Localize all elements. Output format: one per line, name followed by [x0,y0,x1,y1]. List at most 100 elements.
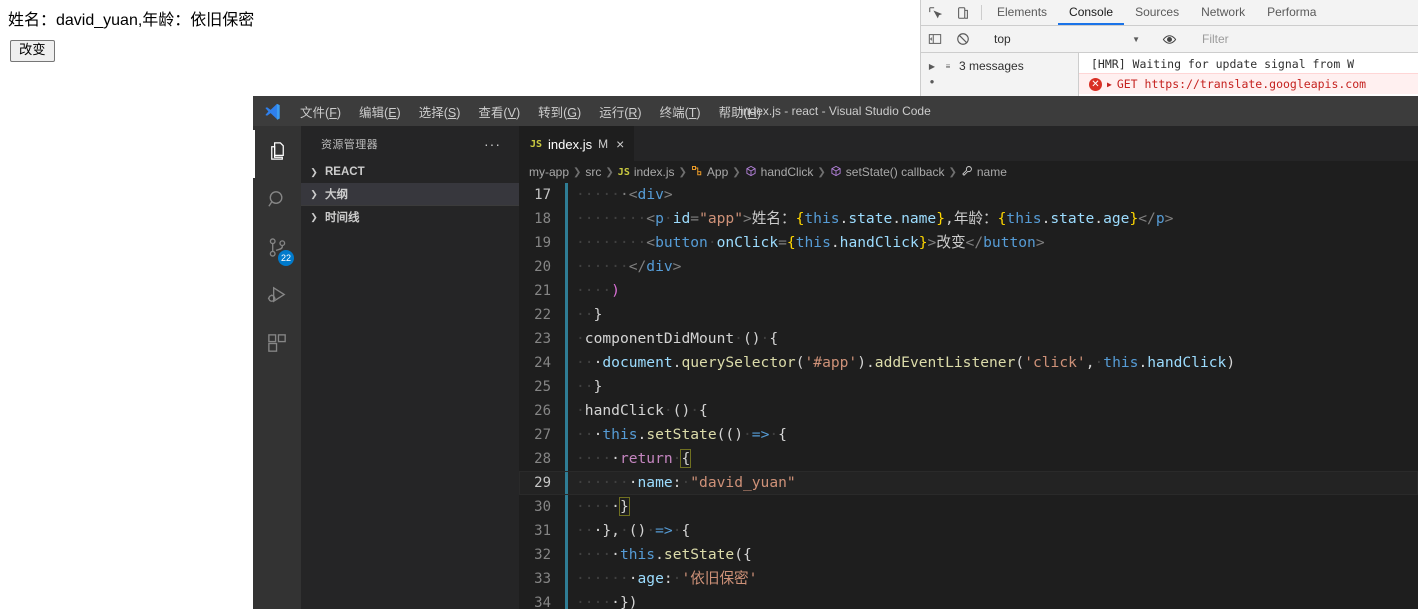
devtools-tabbar: Elements Console Sources Network Perform… [921,0,1418,26]
menu-run[interactable]: 运行(R) [590,99,650,124]
menu-file[interactable]: 文件(F) [291,99,350,124]
chevron-right-icon: ❯ [310,166,318,177]
tab-network[interactable]: Network [1190,0,1256,25]
sidebar-item-messages[interactable]: ▶ ≡ 3 messages [921,57,1078,75]
breadcrumb-item-my-app[interactable]: my-app [529,165,569,179]
context-selector[interactable]: top ▼ [986,32,1146,46]
code-line: 26 ·handClick·()·{ [519,399,1418,423]
code-line-text: ······<div> [576,186,673,203]
more-actions-icon[interactable]: ··· [484,137,501,151]
sidebar-item-partial[interactable]: ● [921,75,1078,88]
code-line-text: ·····this.setState({ [576,546,752,563]
code-line: 25 ··} [519,375,1418,399]
console-error-message[interactable]: ✕ ▶ GET https://translate.googleapis.com [1079,73,1418,94]
sidebar-section-timeline[interactable]: ❯ 时间线 [301,206,519,228]
menu-selection-label: 选择 [418,105,444,120]
device-toolbar-icon[interactable] [949,0,977,25]
line-number: 20 [534,259,551,275]
activity-extensions[interactable] [253,322,301,370]
explorer-title: 资源管理器 [321,138,378,151]
vscode-main: 22 资源管理器 ··· ❯ REACT ❯ 大纲 ❯ 时间线 JS index… [253,126,1418,609]
breadcrumb-item-src[interactable]: src [585,165,601,179]
menu-terminal[interactable]: 终端(T) [651,99,710,124]
tab-index-js-label: index.js [548,136,593,152]
code-line-text: ········<button·onClick={this.handClick}… [576,234,1045,251]
menu-help-label: 帮助 [718,105,744,120]
vscode-logo-icon [253,102,291,121]
vscode-titlebar: index.js - react - Visual Studio Code 文件… [253,96,1418,126]
line-number: 21 [534,283,551,299]
tab-performance[interactable]: Performa [1256,0,1327,25]
tab-elements[interactable]: Elements [986,0,1058,25]
code-line-text: ··} [576,306,603,323]
screen: 姓名：david_yuan,年龄：依旧保密 改变 Elements Consol… [0,0,1418,609]
activity-source-control[interactable]: 22 [253,226,301,274]
sidebar-section-react-label: REACT [325,166,365,178]
run-debug-icon [266,284,289,312]
chevron-right-icon: ❯ [573,166,582,178]
menu-go-label: 转到 [538,105,564,120]
code-line: 21 ····) [519,279,1418,303]
menu-edit[interactable]: 编辑(E) [350,99,410,124]
inspect-element-icon[interactable] [921,0,949,25]
devtools-panel: Elements Console Sources Network Perform… [920,0,1418,100]
menu-help[interactable]: 帮助(H) [710,99,770,124]
sidebar-section-react[interactable]: ❯ REACT [301,161,519,183]
menu-view[interactable]: 查看(V) [469,99,529,124]
activity-search[interactable] [253,178,301,226]
breadcrumb-item-handclick[interactable]: handClick [761,165,814,179]
menu-go-accel: G [567,105,578,120]
list-icon: ≡ [945,61,951,71]
menu-selection[interactable]: 选择(S) [410,99,470,124]
line-number: 34 [534,595,551,609]
chevron-right-icon: ❯ [310,188,318,199]
search-icon [266,188,289,216]
line-number: 23 [534,331,551,347]
line-number: 19 [534,235,551,251]
line-number: 33 [534,571,551,587]
console-messages: [HMR] Waiting for update signal from W ✕… [1079,53,1418,99]
menu-view-accel: V [507,105,516,120]
tab-sources[interactable]: Sources [1124,0,1190,25]
filter-input[interactable]: Filter [1192,32,1418,46]
js-file-icon: JS [617,166,630,178]
code-line: 31 ···},·()·=>·{ [519,519,1418,543]
breadcrumb-item-setstate-callback[interactable]: setState() callback [846,165,945,179]
menu-terminal-label: 终端 [659,105,685,120]
bullet-icon: ● [929,77,935,86]
menu-go[interactable]: 转到(G) [529,99,590,124]
breadcrumb-item-app[interactable]: App [707,165,728,179]
code-line-text: ·componentDidMount·()·{ [576,330,779,347]
console-toolbar: top ▼ Filter [921,26,1418,53]
change-button[interactable]: 改变 [10,40,55,62]
code-editor[interactable]: 17 ······<div> 18 ········<p·id="app">姓名… [519,183,1418,609]
code-line: 18 ········<p·id="app">姓名：{this.state.na… [519,207,1418,231]
breadcrumb: my-app ❯ src ❯ JS index.js ❯ App ❯ handC… [519,161,1418,183]
tab-index-js[interactable]: JS index.js M × [519,126,635,161]
code-line: 33 ·······age:·'依旧保密' [519,567,1418,591]
expand-triangle-icon[interactable]: ▶ [1107,80,1112,89]
editor-area: JS index.js M × my-app ❯ src ❯ JS index.… [519,126,1418,609]
toolbar-divider [981,5,982,20]
live-expression-icon[interactable] [1155,32,1183,47]
sidebar-section-outline[interactable]: ❯ 大纲 [301,183,519,205]
menu-selection-accel: S [447,105,457,120]
activity-explorer[interactable] [253,130,301,178]
code-line-text: ········<p·id="app">姓名：{this.state.name}… [576,210,1174,227]
breadcrumb-item-name[interactable]: name [977,165,1007,179]
page-result-text: 姓名：david_yuan,年龄：依旧保密 [8,12,255,29]
code-line: 30 ·····} [519,495,1418,519]
close-icon[interactable]: × [616,137,624,151]
activity-run-debug[interactable] [253,274,301,322]
messages-count-label: 3 messages [959,59,1024,73]
tab-console[interactable]: Console [1058,0,1125,25]
chevron-down-icon: ▼ [1132,34,1140,44]
chevron-right-icon: ❯ [605,166,614,178]
line-number: 22 [534,307,551,323]
explorer-sidebar: 资源管理器 ··· ❯ REACT ❯ 大纲 ❯ 时间线 [301,126,519,609]
console-sidebar-icon[interactable] [921,32,949,46]
clear-console-icon[interactable] [949,32,977,46]
line-number: 29 [534,475,551,491]
breadcrumb-item-index-js[interactable]: index.js [634,165,675,179]
source-control-badge: 22 [277,250,294,266]
